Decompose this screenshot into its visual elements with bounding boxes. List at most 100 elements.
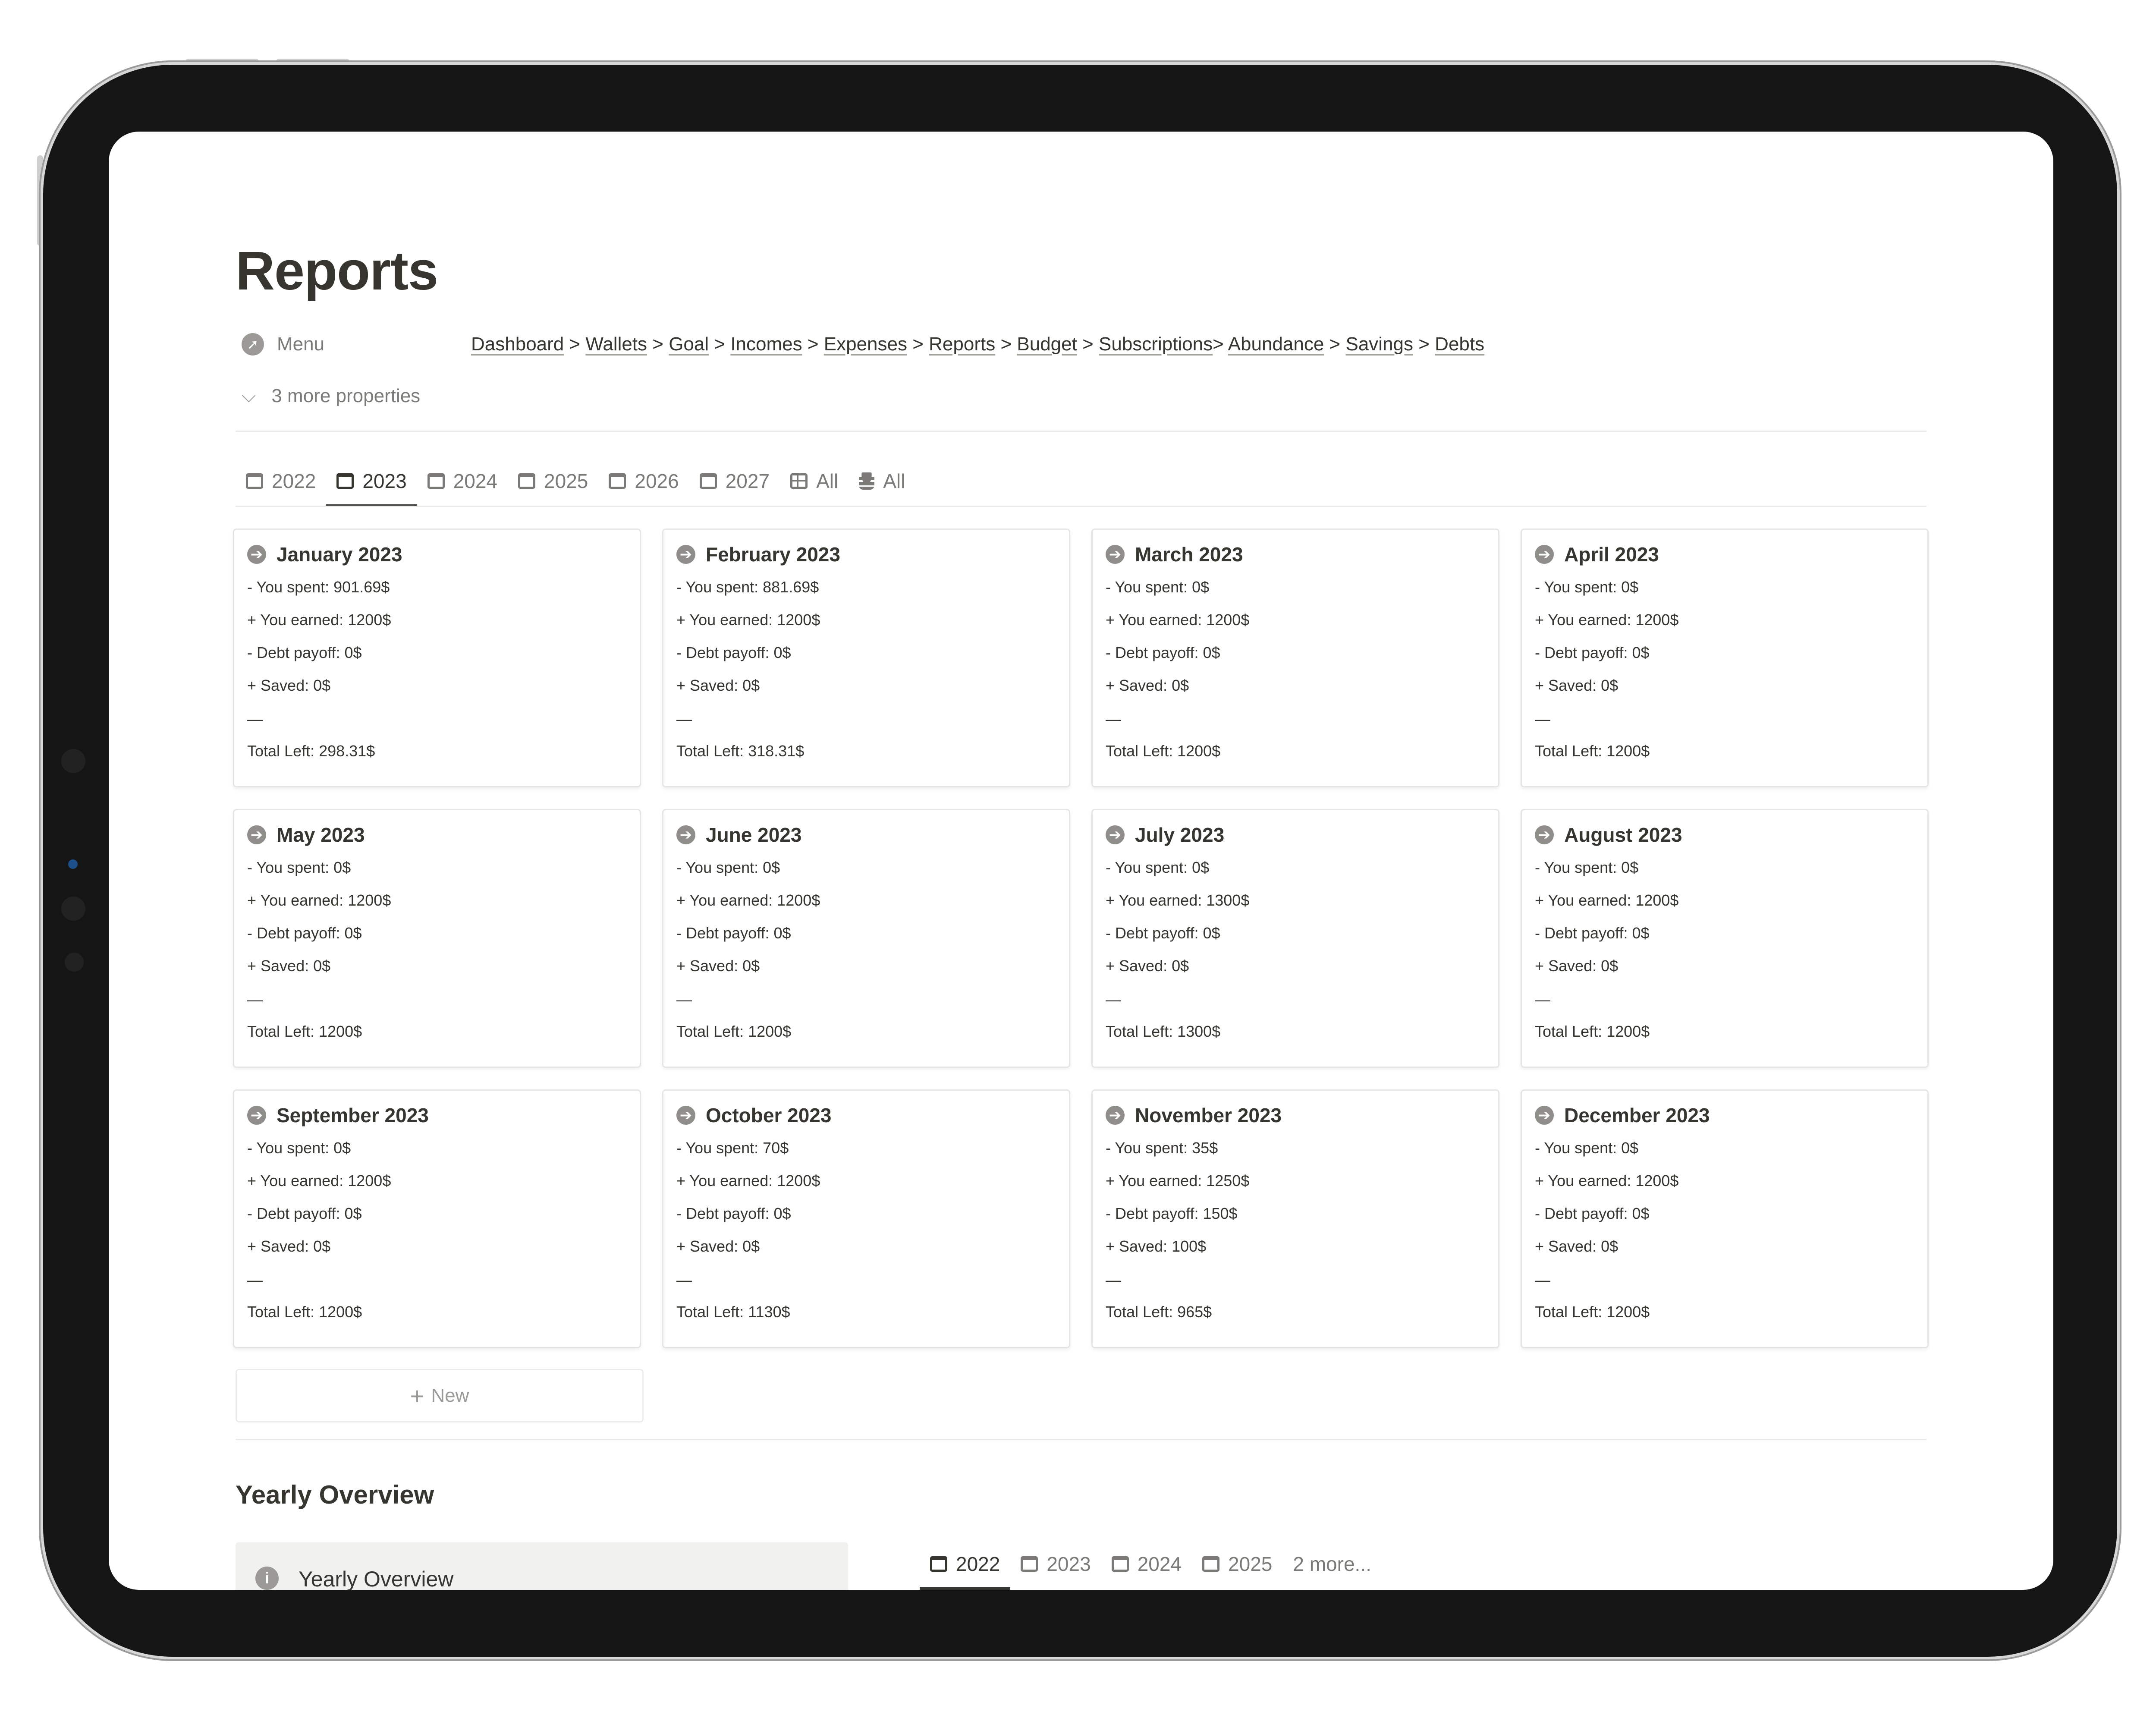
card-month-label: January 2023 — [277, 543, 402, 566]
calendar-icon — [1111, 1556, 1129, 1572]
report-card[interactable]: ➔ December 2023 - You spent: 0$ + You earne… — [1521, 1089, 1929, 1348]
card-title: ➔ June 2023 — [676, 823, 801, 846]
breadcrumb-link-reports[interactable]: Reports — [929, 334, 995, 355]
report-card[interactable]: ➔ August 2023 - You spent: 0$ + You earned:… — [1521, 809, 1929, 1068]
sensor-dot — [61, 749, 85, 773]
tab-2024[interactable]: 2024 — [417, 455, 508, 507]
card-title: ➔ April 2023 — [1535, 543, 1659, 566]
card-title: ➔ May 2023 — [247, 823, 365, 846]
card-line-sep: — — [1106, 991, 1121, 1008]
card-line-debt: - Debt payoff: 150$ — [1106, 1205, 1238, 1222]
card-line-total: Total Left: 965$ — [1106, 1303, 1212, 1321]
tab-2025[interactable]: 2025 — [508, 455, 598, 507]
card-line-sep: — — [247, 991, 263, 1008]
calendar-icon — [518, 473, 536, 489]
tab-label: 2024 — [453, 470, 498, 492]
arrow-circle-icon: ➔ — [1535, 545, 1554, 564]
card-line-total: Total Left: 1200$ — [1535, 1023, 1650, 1040]
arrow-circle-icon: ➔ — [1106, 545, 1125, 564]
breadcrumb-link-budget[interactable]: Budget — [1017, 334, 1077, 355]
database-icon — [859, 472, 875, 490]
tab-label: 2022 — [956, 1553, 1000, 1575]
screen: Reports ➚ Menu Dashboard > Wallets > Goa… — [109, 132, 2053, 1590]
power-button — [37, 155, 43, 246]
card-line-earned: + You earned: 1200$ — [676, 891, 820, 909]
tab-label: 2025 — [544, 470, 588, 492]
breadcrumb-link-debts[interactable]: Debts — [1435, 334, 1484, 355]
calendar-icon — [930, 1556, 947, 1572]
card-month-label: June 2023 — [706, 824, 802, 846]
card-line-total: Total Left: 1130$ — [676, 1303, 790, 1321]
card-title: ➔ July 2023 — [1106, 823, 1224, 846]
breadcrumb-link-wallets[interactable]: Wallets — [585, 334, 647, 355]
breadcrumb-separator: > — [647, 334, 669, 355]
breadcrumb-link-dashboard[interactable]: Dashboard — [471, 334, 564, 355]
tab-2026[interactable]: 2026 — [598, 455, 689, 507]
card-line-sep: — — [247, 710, 263, 728]
menu-property[interactable]: ➚ Menu Dashboard > Wallets > Goal > Inco… — [236, 327, 1484, 362]
report-card[interactable]: ➔ February 2023 - You spent: 881.69$ + You … — [662, 529, 1070, 787]
card-line-earned: + You earned: 1250$ — [1106, 1172, 1250, 1189]
report-card[interactable]: ➔ April 2023 - You spent: 0$ + You earned: … — [1521, 529, 1929, 787]
card-line-spent: - You spent: 0$ — [247, 859, 351, 876]
report-card[interactable]: ➔ July 2023 - You spent: 0$ + You earned: 1… — [1091, 809, 1499, 1068]
card-line-spent: - You spent: 0$ — [247, 1139, 351, 1157]
report-card[interactable]: ➔ March 2023 - You spent: 0$ + You earned: … — [1091, 529, 1499, 787]
card-line-earned: + You earned: 1200$ — [1535, 611, 1679, 629]
yearly-tab-2023[interactable]: 2023 — [1010, 1538, 1101, 1590]
breadcrumb-link-goal[interactable]: Goal — [669, 334, 709, 355]
card-line-earned: + You earned: 1200$ — [247, 611, 391, 629]
breadcrumb-separator: > — [907, 334, 929, 355]
card-line-total: Total Left: 1200$ — [1535, 1303, 1650, 1321]
card-line-debt: - Debt payoff: 0$ — [247, 924, 362, 942]
breadcrumb-link-expenses[interactable]: Expenses — [824, 334, 907, 355]
breadcrumb-link-subscriptions[interactable]: Subscriptions — [1099, 334, 1213, 355]
new-button[interactable]: + New — [236, 1369, 644, 1422]
card-line-spent: - You spent: 0$ — [1535, 1139, 1639, 1157]
card-month-label: February 2023 — [706, 543, 840, 566]
report-card[interactable]: ➔ September 2023 - You spent: 0$ + You earn… — [233, 1089, 641, 1348]
year-tabs: 2022 2023 2024 2025 2026 2027 All All — [236, 455, 915, 507]
card-line-spent: - You spent: 0$ — [1535, 578, 1639, 596]
divider — [236, 431, 1927, 432]
breadcrumb-link-savings[interactable]: Savings — [1345, 334, 1413, 355]
more-properties-toggle[interactable]: ⌵ 3 more properties — [236, 379, 420, 413]
card-month-label: May 2023 — [277, 824, 365, 846]
yearly-more-tabs[interactable]: 2 more... — [1282, 1552, 1382, 1576]
yearly-tab-2024[interactable]: 2024 — [1101, 1538, 1192, 1590]
yearly-tab-2022[interactable]: 2022 — [920, 1538, 1011, 1590]
breadcrumb-separator: > — [1324, 334, 1346, 355]
tab-2022[interactable]: 2022 — [236, 455, 326, 507]
card-line-spent: - You spent: 0$ — [1106, 859, 1210, 876]
card-title: ➔ October 2023 — [676, 1104, 831, 1127]
card-line-saved: + Saved: 0$ — [676, 677, 760, 694]
card-title: ➔ February 2023 — [676, 543, 840, 566]
card-month-label: November 2023 — [1135, 1104, 1282, 1126]
calendar-icon — [609, 473, 626, 489]
tab-2027[interactable]: 2027 — [689, 455, 780, 507]
card-line-debt: - Debt payoff: 0$ — [676, 644, 791, 661]
breadcrumb-link-abundance[interactable]: Abundance — [1228, 334, 1324, 355]
breadcrumb-link-incomes[interactable]: Incomes — [730, 334, 802, 355]
report-card[interactable]: ➔ May 2023 - You spent: 0$ + You earned: 12… — [233, 809, 641, 1068]
tab-2023[interactable]: 2023 — [326, 455, 418, 507]
card-line-debt: - Debt payoff: 0$ — [1535, 1205, 1650, 1222]
card-title: ➔ November 2023 — [1106, 1104, 1282, 1127]
card-line-total: Total Left: 1200$ — [247, 1023, 362, 1040]
info-icon: i — [255, 1567, 279, 1590]
card-month-label: October 2023 — [706, 1104, 832, 1126]
yearly-tab-2025[interactable]: 2025 — [1192, 1538, 1282, 1590]
report-card[interactable]: ➔ June 2023 - You spent: 0$ + You earned: 1… — [662, 809, 1070, 1068]
breadcrumb-separator: > — [1077, 334, 1099, 355]
report-card[interactable]: ➔ October 2023 - You spent: 70$ + You earne… — [662, 1089, 1070, 1348]
more-properties-label: 3 more properties — [271, 385, 421, 406]
arrow-circle-icon: ➔ — [676, 545, 695, 564]
breadcrumb-separator: > — [1213, 334, 1228, 355]
report-card[interactable]: ➔ January 2023 - You spent: 901.69$ + You e… — [233, 529, 641, 787]
report-card[interactable]: ➔ November 2023 - You spent: 35$ + You earn… — [1091, 1089, 1499, 1348]
card-line-total: Total Left: 1200$ — [1535, 742, 1650, 760]
arrow-circle-icon: ➔ — [247, 545, 266, 564]
tab-all-database[interactable]: All — [849, 455, 915, 507]
tabs-divider — [236, 506, 1927, 507]
tab-all-table[interactable]: All — [780, 455, 849, 507]
